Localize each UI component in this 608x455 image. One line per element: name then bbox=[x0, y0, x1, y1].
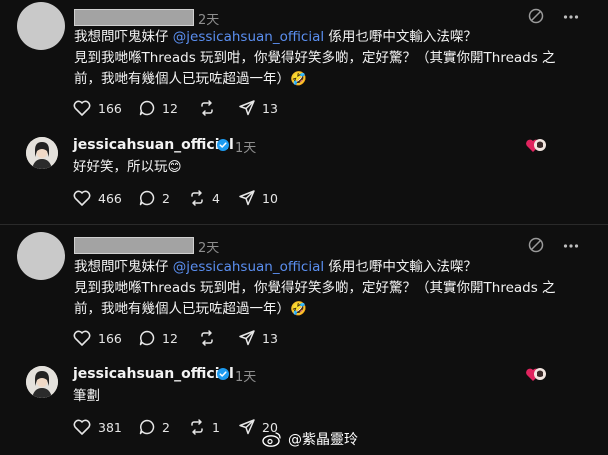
send-icon bbox=[239, 100, 255, 116]
share-count: 13 bbox=[262, 330, 278, 346]
censored-username bbox=[74, 237, 194, 254]
send-icon bbox=[239, 419, 255, 435]
avatar[interactable] bbox=[17, 2, 65, 50]
heart-icon bbox=[73, 100, 91, 116]
reply-button[interactable]: 12 bbox=[139, 330, 178, 346]
reply-count: 12 bbox=[162, 330, 178, 346]
like-count: 166 bbox=[98, 100, 122, 116]
share-count: 10 bbox=[262, 190, 278, 206]
heart-reaction-icon bbox=[525, 366, 549, 388]
repost-icon bbox=[191, 419, 203, 435]
username[interactable]: jessicahsuan_official bbox=[73, 366, 234, 382]
repost-count: 4 bbox=[212, 190, 220, 206]
repost-icon bbox=[191, 190, 203, 206]
post-text: 我想問吓鬼妹仔 bbox=[74, 29, 173, 45]
like-button[interactable]: 166 bbox=[73, 100, 122, 116]
reply-count: 12 bbox=[162, 100, 178, 116]
post-time: 1天 bbox=[235, 370, 257, 385]
mention-link[interactable]: @jessicahsuan_official bbox=[173, 29, 324, 45]
mute-icon[interactable] bbox=[528, 8, 544, 28]
avatar[interactable] bbox=[26, 366, 58, 398]
post-text-line-1: 我想問吓鬼妹仔 @jessicahsuan_official 係用乜嘢中文輸入法… bbox=[74, 258, 477, 277]
share-button[interactable]: 13 bbox=[239, 330, 278, 346]
repost-icon bbox=[201, 330, 213, 346]
send-icon bbox=[239, 330, 255, 346]
reply-button[interactable]: 2 bbox=[139, 190, 170, 206]
repost-button[interactable]: 4 bbox=[189, 190, 220, 206]
like-count: 381 bbox=[98, 419, 122, 435]
repost-button[interactable]: 1 bbox=[189, 419, 220, 435]
verified-badge-icon bbox=[217, 368, 229, 380]
send-icon bbox=[239, 190, 255, 206]
avatar[interactable] bbox=[17, 232, 65, 280]
like-count: 466 bbox=[98, 190, 122, 206]
like-count: 166 bbox=[98, 330, 122, 346]
post-time: 2天 bbox=[198, 13, 220, 28]
repost-icon bbox=[201, 100, 213, 116]
post-text: 係用乜嘢中文輸入法㗎？ bbox=[324, 259, 477, 275]
reply-button[interactable]: 12 bbox=[139, 100, 178, 116]
avatar[interactable] bbox=[26, 137, 58, 169]
post-text-line-2: 見到我哋喺Threads 玩到咁，你覺得好笑多啲，定好驚？（其實你開Thread… bbox=[74, 280, 556, 296]
heart-reaction-icon bbox=[525, 137, 549, 159]
post-text: 係用乜嘢中文輸入法㗎？ bbox=[324, 29, 477, 45]
censored-username bbox=[74, 9, 194, 26]
share-button[interactable]: 10 bbox=[239, 190, 278, 206]
mention-link[interactable]: @jessicahsuan_official bbox=[173, 259, 324, 275]
reply-button[interactable]: 2 bbox=[139, 419, 170, 435]
watermark-text: @紫晶靈玲 bbox=[288, 432, 358, 448]
like-button[interactable]: 466 bbox=[73, 190, 122, 206]
post-text-line-2: 見到我哋喺Threads 玩到咁，你覺得好笑多啲，定好驚？（其實你開Thread… bbox=[74, 50, 556, 66]
post-text-line-1: 我想問吓鬼妹仔 @jessicahsuan_official 係用乜嘢中文輸入法… bbox=[74, 28, 477, 47]
weibo-logo-icon bbox=[262, 432, 281, 447]
heart-icon bbox=[73, 190, 91, 206]
mute-icon[interactable] bbox=[528, 237, 544, 257]
post-time: 2天 bbox=[198, 241, 220, 256]
verified-badge-icon bbox=[217, 139, 229, 151]
reply-text: 筆劃 bbox=[73, 388, 100, 404]
share-button[interactable]: 13 bbox=[239, 100, 278, 116]
like-button[interactable]: 166 bbox=[73, 330, 122, 346]
post-text-line-3: 前，我哋有幾個人已玩咗超過一年）🤣 bbox=[74, 301, 307, 317]
reply-count: 2 bbox=[162, 190, 170, 206]
heart-icon bbox=[73, 330, 91, 346]
comment-icon bbox=[139, 100, 155, 116]
post-text: 我想問吓鬼妹仔 bbox=[74, 259, 173, 275]
repost-button[interactable] bbox=[199, 100, 215, 116]
watermark: @紫晶靈玲 bbox=[262, 429, 358, 449]
post-text-line-3: 前，我哋有幾個人已玩咗超過一年）🤣 bbox=[74, 71, 307, 87]
like-button[interactable]: 381 bbox=[73, 419, 122, 435]
more-icon[interactable] bbox=[563, 9, 579, 28]
share-count: 13 bbox=[262, 100, 278, 116]
reply-count: 2 bbox=[162, 419, 170, 435]
comment-icon bbox=[139, 330, 155, 346]
post-time: 1天 bbox=[235, 141, 257, 156]
divider bbox=[0, 224, 608, 225]
heart-icon bbox=[73, 419, 91, 435]
username[interactable]: jessicahsuan_official bbox=[73, 137, 234, 153]
comment-icon bbox=[139, 190, 155, 206]
repost-button[interactable] bbox=[199, 330, 215, 346]
more-icon[interactable] bbox=[563, 238, 579, 257]
comment-icon bbox=[139, 419, 155, 435]
repost-count: 1 bbox=[212, 419, 220, 435]
reply-text: 好好笑，所以玩😊 bbox=[73, 159, 182, 175]
